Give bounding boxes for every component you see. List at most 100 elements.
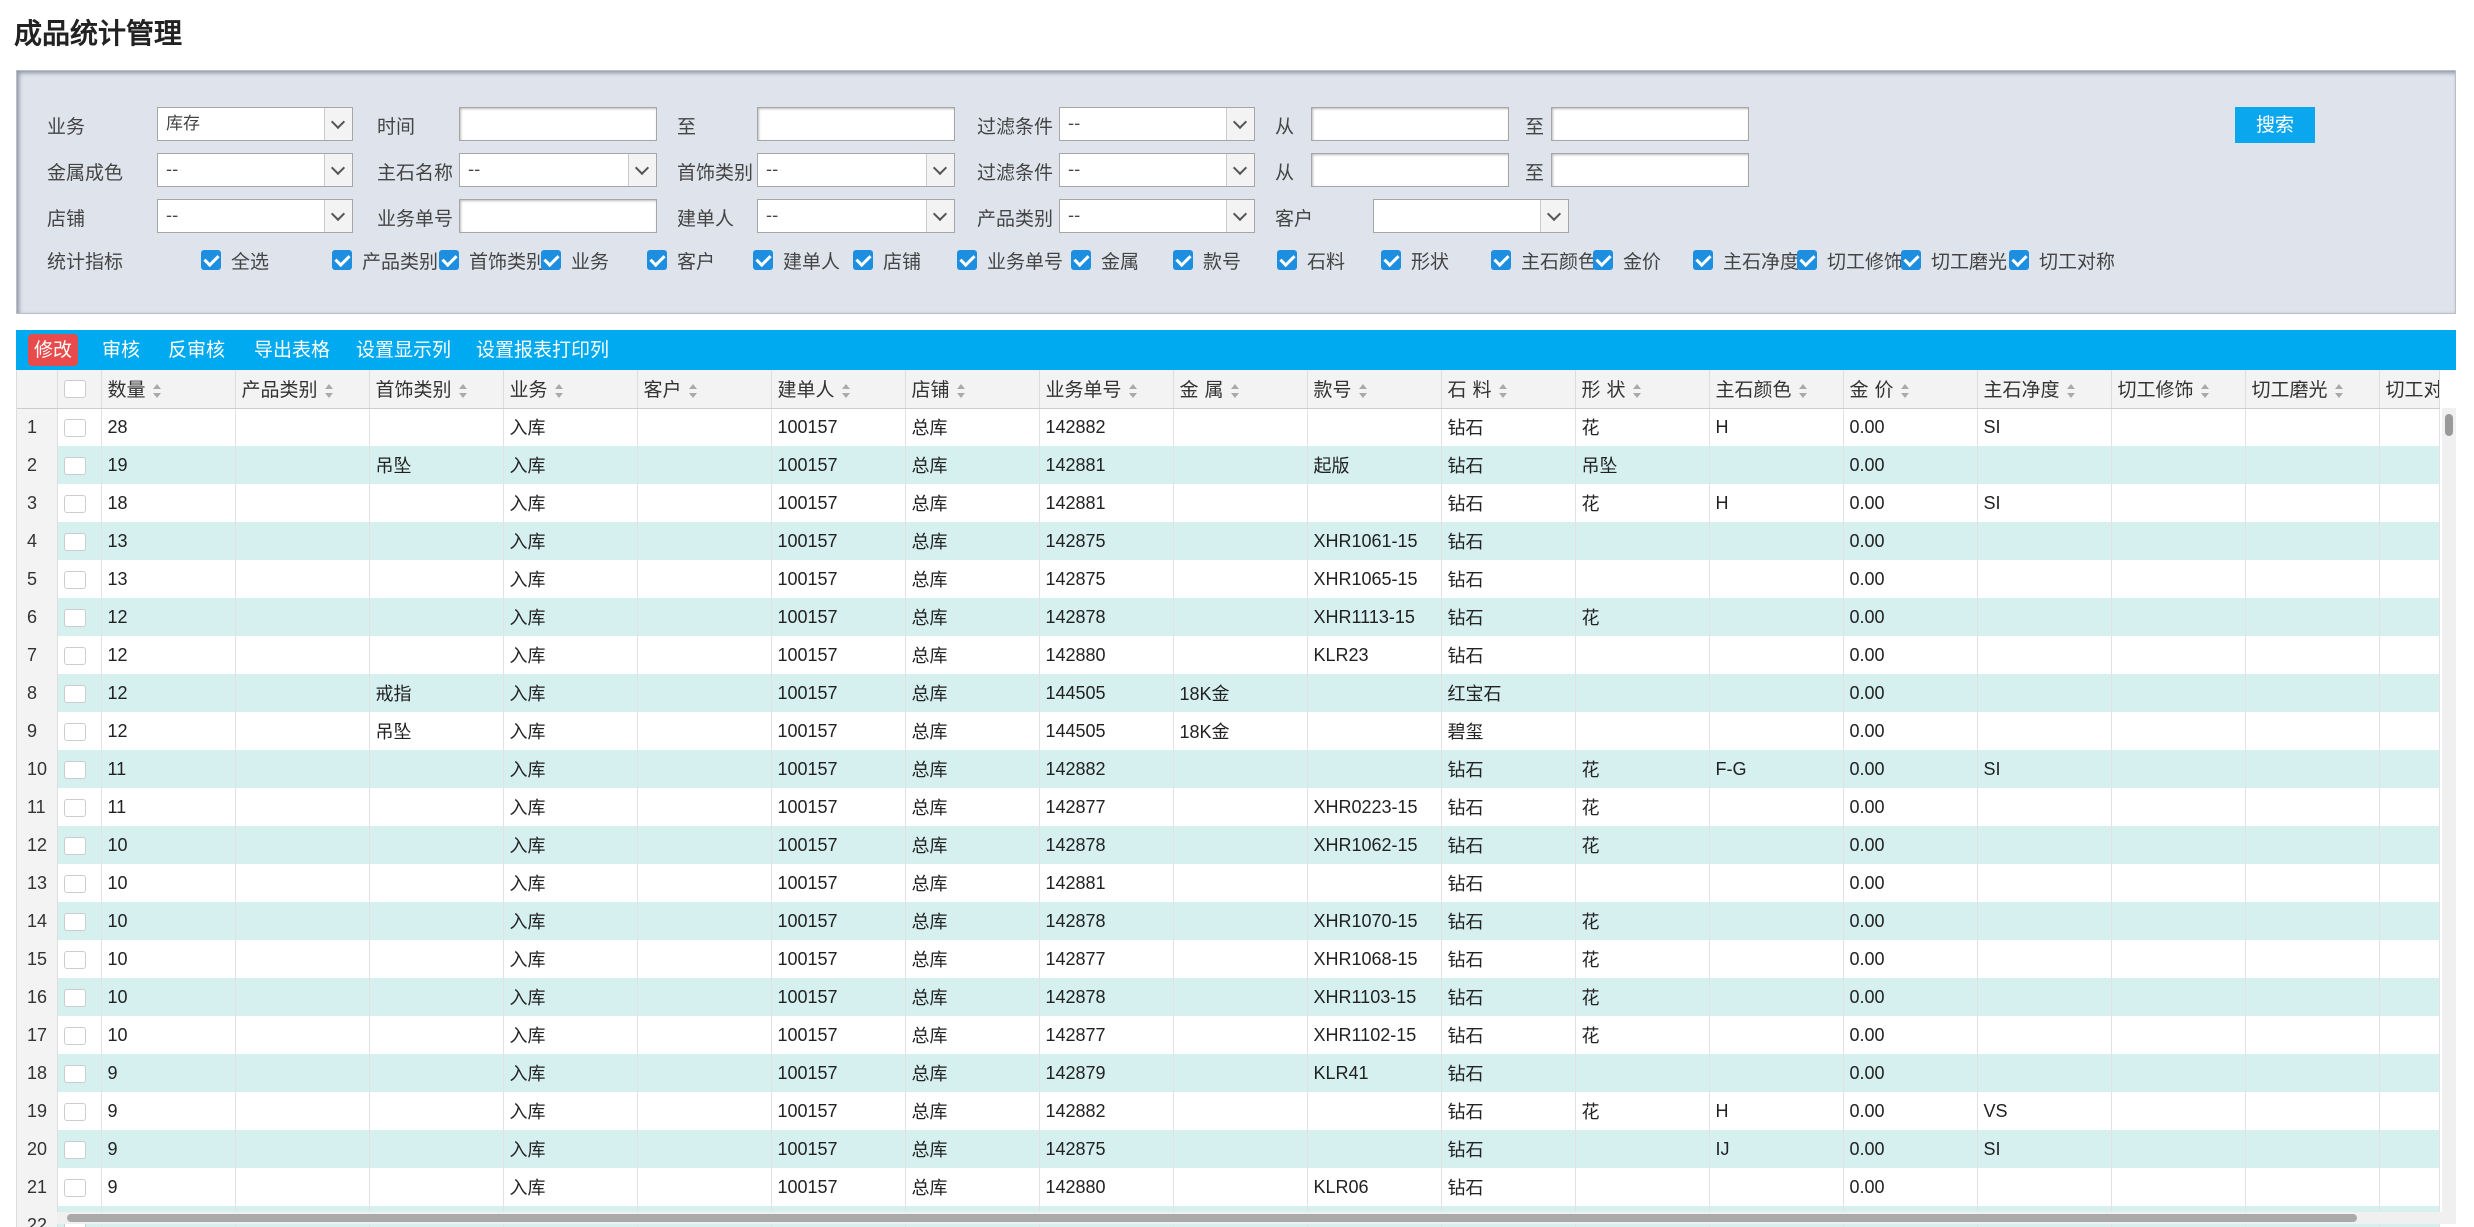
row-select-cell[interactable]: [57, 1054, 102, 1092]
row-select-cell[interactable]: [57, 1016, 102, 1054]
checkbox-checked-icon[interactable]: [1173, 250, 1193, 270]
column-header[interactable]: 建单人: [771, 370, 906, 409]
sort-icon[interactable]: [2200, 383, 2210, 398]
metric-checkbox-1[interactable]: 产品类别: [332, 245, 438, 275]
scroll-thumb[interactable]: [67, 1214, 2357, 1222]
row-checkbox[interactable]: [63, 608, 86, 627]
export-button[interactable]: 导出表格: [248, 334, 336, 366]
sort-icon[interactable]: [554, 383, 564, 398]
row-checkbox[interactable]: [63, 646, 86, 665]
to2-input[interactable]: [1551, 107, 1749, 141]
edit-button[interactable]: 修改: [28, 334, 79, 366]
metric-checkbox-9[interactable]: 款号: [1173, 245, 1241, 275]
table-row[interactable]: 13 10 入库 100157 总库 142881 钻石 0.00: [17, 864, 2440, 902]
row-checkbox[interactable]: [63, 456, 86, 475]
audit-button[interactable]: 审核: [96, 334, 146, 366]
row-select-cell[interactable]: [57, 522, 102, 560]
checkbox-checked-icon[interactable]: [2009, 250, 2029, 270]
row-checkbox[interactable]: [63, 570, 86, 589]
checkbox-checked-icon[interactable]: [332, 250, 352, 270]
row-select-cell[interactable]: [57, 1092, 102, 1130]
checkbox-checked-icon[interactable]: [1797, 250, 1817, 270]
scroll-thumb[interactable]: [2445, 414, 2453, 436]
row-select-cell[interactable]: [57, 788, 102, 826]
table-row[interactable]: 16 10 入库 100157 总库 142878 XHR1103-15 钻石花 0.00: [17, 978, 2440, 1016]
row-checkbox[interactable]: [63, 1140, 86, 1159]
column-header[interactable]: 主石颜色: [1709, 370, 1844, 409]
row-select-cell[interactable]: [57, 1130, 102, 1168]
checkbox-checked-icon[interactable]: [201, 250, 221, 270]
column-header[interactable]: 业务: [503, 370, 638, 409]
order-no-input[interactable]: [459, 199, 657, 233]
row-select-cell[interactable]: [57, 826, 102, 864]
checkbox-checked-icon[interactable]: [1381, 250, 1401, 270]
checkbox-checked-icon[interactable]: [439, 250, 459, 270]
row-select-cell[interactable]: [57, 560, 102, 598]
checkbox-checked-icon[interactable]: [647, 250, 667, 270]
table-row[interactable]: 5 13 入库 100157 总库 142875 XHR1065-15 钻石 0.00: [17, 560, 2440, 598]
row-checkbox[interactable]: [63, 950, 86, 969]
vertical-scrollbar[interactable]: [2442, 408, 2456, 1218]
column-header[interactable]: 切工修饰: [2111, 370, 2246, 409]
row-select-cell[interactable]: [57, 484, 102, 522]
checkbox-checked-icon[interactable]: [957, 250, 977, 270]
row-select-cell[interactable]: [57, 902, 102, 940]
table-row[interactable]: 15 10 入库 100157 总库 142877 XHR1068-15 钻石花 0.00: [17, 940, 2440, 978]
sort-icon[interactable]: [2066, 383, 2076, 398]
sort-icon[interactable]: [1498, 383, 1508, 398]
table-row[interactable]: 4 13 入库 100157 总库 142875 XHR1061-15 钻石 0.00: [17, 522, 2440, 560]
table-row[interactable]: 12 10 入库 100157 总库 142878 XHR1062-15 钻石花 0.00: [17, 826, 2440, 864]
table-row[interactable]: 21 9 入库 100157 总库 142880 KLR06 钻石 0.00: [17, 1168, 2440, 1206]
metric-checkbox-15[interactable]: 切工修饰: [1797, 245, 1903, 275]
column-header[interactable]: 店铺: [905, 370, 1040, 409]
column-header[interactable]: 金 属: [1173, 370, 1308, 409]
column-header[interactable]: 款号: [1307, 370, 1442, 409]
row-checkbox[interactable]: [63, 684, 86, 703]
checkbox-checked-icon[interactable]: [1693, 250, 1713, 270]
table-row[interactable]: 3 18 入库 100157 总库 142881 钻石花 H 0.00 SI: [17, 484, 2440, 522]
from-2-input[interactable]: [1311, 153, 1509, 187]
metric-checkbox-13[interactable]: 金价: [1593, 245, 1661, 275]
metal-color-select[interactable]: --: [157, 153, 353, 187]
table-row[interactable]: 2 19 吊坠 入库 100157 总库 142881 起版 钻石 吊坠 0.00: [17, 446, 2440, 484]
store-select[interactable]: --: [157, 199, 353, 233]
sort-icon[interactable]: [1632, 383, 1642, 398]
sort-icon[interactable]: [1230, 383, 1240, 398]
checkbox-checked-icon[interactable]: [1901, 250, 1921, 270]
checkbox-checked-icon[interactable]: [1593, 250, 1613, 270]
filter-condition-select[interactable]: --: [1059, 107, 1255, 141]
metric-checkbox-2[interactable]: 首饰类别: [439, 245, 545, 275]
metric-checkbox-14[interactable]: 主石净度: [1693, 245, 1799, 275]
search-button[interactable]: 搜索: [2235, 107, 2315, 143]
metric-checkbox-7[interactable]: 业务单号: [957, 245, 1063, 275]
checkbox-icon[interactable]: [63, 380, 86, 399]
set-print-columns-button[interactable]: 设置报表打印列: [470, 334, 615, 366]
row-select-cell[interactable]: [57, 940, 102, 978]
row-checkbox[interactable]: [63, 988, 86, 1007]
set-columns-button[interactable]: 设置显示列: [350, 334, 457, 366]
row-checkbox[interactable]: [63, 836, 86, 855]
column-header[interactable]: 石 料: [1441, 370, 1576, 409]
metric-checkbox-3[interactable]: 业务: [541, 245, 609, 275]
table-row[interactable]: 20 9 入库 100157 总库 142875 钻石 IJ 0.00 SI: [17, 1130, 2440, 1168]
row-select-cell[interactable]: [57, 636, 102, 674]
row-checkbox[interactable]: [63, 1026, 86, 1045]
column-header[interactable]: 形 状: [1575, 370, 1710, 409]
checkbox-checked-icon[interactable]: [1491, 250, 1511, 270]
row-select-cell[interactable]: [57, 978, 102, 1016]
table-row[interactable]: 7 12 入库 100157 总库 142880 KLR23 钻石 0.00: [17, 636, 2440, 674]
jewelry-type-select[interactable]: --: [757, 153, 955, 187]
table-row[interactable]: 1 28 入库 100157 总库 142882 钻石花 H 0.00 SI: [17, 408, 2440, 446]
column-header[interactable]: 客户: [637, 370, 772, 409]
metric-checkbox-12[interactable]: 主石颜色: [1491, 245, 1597, 275]
metric-checkbox-8[interactable]: 金属: [1071, 245, 1139, 275]
row-select-cell[interactable]: [57, 598, 102, 636]
table-row[interactable]: 6 12 入库 100157 总库 142878 XHR1113-15 钻石花 0.00: [17, 598, 2440, 636]
metric-checkbox-4[interactable]: 客户: [647, 245, 715, 275]
checkbox-checked-icon[interactable]: [1277, 250, 1297, 270]
sort-icon[interactable]: [956, 383, 966, 398]
column-header[interactable]: 主石净度: [1977, 370, 2112, 409]
table-row[interactable]: 19 9 入库 100157 总库 142882 钻石花 H 0.00 VS: [17, 1092, 2440, 1130]
checkbox-checked-icon[interactable]: [1071, 250, 1091, 270]
row-checkbox[interactable]: [63, 494, 86, 513]
